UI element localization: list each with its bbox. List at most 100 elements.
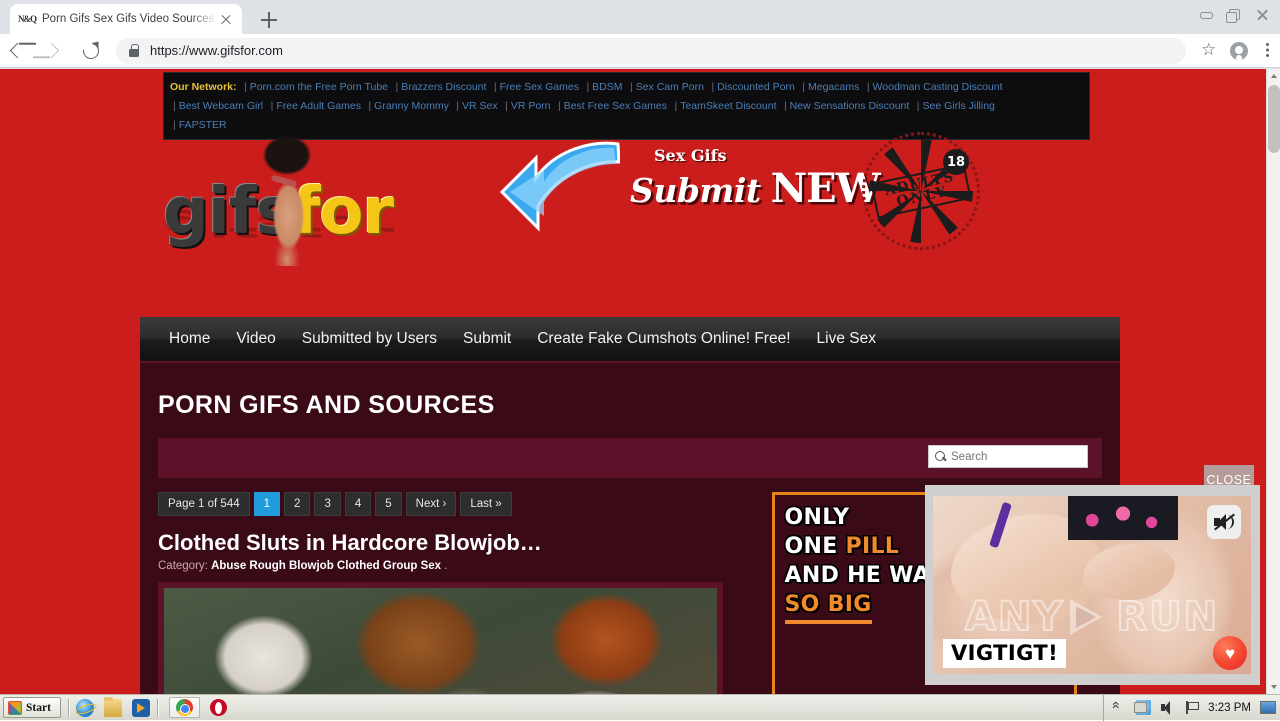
pagination-page-1[interactable]: 1 <box>253 492 281 516</box>
network-link[interactable]: Megacams <box>808 81 859 93</box>
logo-model-image <box>247 134 327 266</box>
back-button[interactable] <box>0 34 36 68</box>
banner-subtitle: Sex Gifs <box>654 146 727 165</box>
ad-line-four-text: SO BIG <box>784 590 872 625</box>
watermark-any-text: ANY <box>964 593 1065 641</box>
search-box[interactable] <box>928 445 1088 468</box>
post-category-suffix: . <box>444 560 448 572</box>
network-link[interactable]: Woodman Casting Discount <box>873 81 1003 93</box>
scroll-down-arrow-icon[interactable] <box>1267 680 1280 694</box>
play-triangle-icon <box>1070 599 1110 636</box>
forward-button[interactable] <box>36 34 72 68</box>
pagination-next[interactable]: Next › <box>405 492 457 516</box>
opera-icon <box>209 699 227 716</box>
ad-line-one: ONLY <box>784 505 850 530</box>
nav-item-live-sex[interactable]: Live Sex <box>804 330 889 348</box>
nav-item-submit[interactable]: Submit <box>450 330 524 348</box>
post-title-link[interactable]: Clothed Sluts in Hardcore Blowjob… <box>158 530 762 556</box>
window-controls <box>1192 2 1276 28</box>
pagination-last[interactable]: Last » <box>460 492 512 516</box>
nav-item-home[interactable]: Home <box>156 330 223 348</box>
heart-badge-icon[interactable] <box>1213 636 1247 670</box>
network-link[interactable]: Brazzers Discount <box>401 81 486 93</box>
new-tab-button[interactable] <box>256 8 282 32</box>
close-window-button[interactable] <box>1250 4 1276 26</box>
folder-icon[interactable] <box>103 696 122 717</box>
network-link[interactable]: Free Sex Games <box>500 81 579 93</box>
curved-arrow-icon <box>500 141 620 232</box>
start-button[interactable]: Start <box>3 697 61 718</box>
network-link[interactable]: VR Porn <box>511 100 551 112</box>
browser-toolbar: https://www.gifsfor.com <box>0 34 1280 68</box>
submit-banner-text: Sex Gifs Submit NEW <box>630 146 881 213</box>
pagination-page-3[interactable]: 3 <box>314 492 341 516</box>
network-link[interactable]: New Sensations Discount <box>790 100 910 112</box>
popup-video[interactable]: ANY RUN VIGTIGT! <box>933 496 1251 674</box>
page-title: PORN GIFS AND SOURCES <box>158 391 495 419</box>
tab-strip: N&Q Porn Gifs Sex Gifs Video Sources - G <box>0 0 1280 34</box>
watermark-run-text: RUN <box>1115 593 1220 641</box>
pagination-page-4[interactable]: 4 <box>344 492 372 516</box>
post-thumbnail-link[interactable] <box>158 582 723 694</box>
address-bar[interactable]: https://www.gifsfor.com <box>116 37 1186 64</box>
taskbar-task-chrome[interactable] <box>168 697 200 718</box>
reload-button[interactable] <box>72 34 108 68</box>
maximize-restore-button[interactable] <box>1222 4 1248 26</box>
search-input[interactable] <box>951 450 1081 463</box>
network-link[interactable]: BDSM <box>592 81 622 93</box>
flag-icon[interactable] <box>1184 700 1200 715</box>
chrome-icon <box>175 699 193 716</box>
browser-tab[interactable]: N&Q Porn Gifs Sex Gifs Video Sources - G <box>10 4 242 34</box>
network-link[interactable]: See Girls Jilling <box>923 100 995 112</box>
minimize-button[interactable] <box>1194 4 1220 26</box>
volume-icon[interactable] <box>1160 700 1175 715</box>
network-separator: | <box>243 81 247 93</box>
pagination-page-5[interactable]: 5 <box>375 492 402 516</box>
network-link[interactable]: Porn.com the Free Porn Tube <box>250 81 388 93</box>
network-link[interactable]: Sex Cam Porn <box>636 81 704 93</box>
media-player-icon[interactable] <box>131 698 150 717</box>
network-separator: | <box>557 100 561 112</box>
submit-banner[interactable]: Sex Gifs Submit NEW <box>500 134 881 244</box>
scroll-up-arrow-icon[interactable] <box>1267 69 1280 83</box>
network-link[interactable]: Discounted Porn <box>717 81 795 93</box>
internet-explorer-icon[interactable] <box>75 698 94 717</box>
tab-close-icon[interactable] <box>218 11 234 27</box>
ad-line-two-a: ONE <box>784 534 846 560</box>
mute-toggle-button[interactable] <box>1207 505 1241 539</box>
nav-item-create-fake-cumshots[interactable]: Create Fake Cumshots Online! Free! <box>524 330 803 348</box>
nav-item-video[interactable]: Video <box>223 330 288 348</box>
ad-line-three: AND HE WA <box>784 563 930 589</box>
network-link[interactable]: Best Free Sex Games <box>564 100 667 112</box>
post-category-value[interactable]: Abuse Rough Blowjob Clothed Group Sex <box>211 560 441 572</box>
browser-window: N&Q Porn Gifs Sex Gifs Video Sources - G… <box>0 0 1280 694</box>
network-label: Our Network: <box>170 81 237 93</box>
taskbar-clock[interactable]: 3:23 PM <box>1208 702 1251 714</box>
network-separator: | <box>866 81 870 93</box>
show-desktop-icon[interactable] <box>1260 701 1276 714</box>
muted-speaker-icon <box>1213 513 1235 531</box>
taskbar-task-opera[interactable] <box>204 697 233 718</box>
bookmark-star-icon[interactable] <box>1194 34 1224 68</box>
network-link[interactable]: Granny Mommy <box>374 100 449 112</box>
popup-video-content <box>1068 496 1178 540</box>
url-text: https://www.gifsfor.com <box>150 43 283 58</box>
search-bar-row <box>158 438 1102 478</box>
network-separator: | <box>783 100 787 112</box>
network-link[interactable]: TeamSkeet Discount <box>680 100 776 112</box>
pagination-page-2[interactable]: 2 <box>284 492 311 516</box>
network-link[interactable]: Best Webcam Girl <box>179 100 263 112</box>
post-thumbnail-image <box>164 588 717 694</box>
site-logo[interactable]: gifsfor gifsfor <box>155 132 500 266</box>
chevron-icon[interactable] <box>1112 700 1127 715</box>
windows-taskbar: Start 3:23 PM <box>0 694 1280 721</box>
network-link[interactable]: VR Sex <box>462 100 498 112</box>
quick-launch-bar <box>75 696 150 717</box>
profile-avatar-icon[interactable] <box>1224 34 1254 68</box>
nav-item-submitted-by-users[interactable]: Submitted by Users <box>289 330 450 348</box>
network-icon[interactable] <box>1134 700 1152 715</box>
page-scrollbar[interactable] <box>1266 69 1280 694</box>
scrollbar-thumb[interactable] <box>1268 85 1280 153</box>
network-link[interactable]: Free Adult Games <box>276 100 361 112</box>
chrome-menu-icon[interactable] <box>1254 34 1280 68</box>
